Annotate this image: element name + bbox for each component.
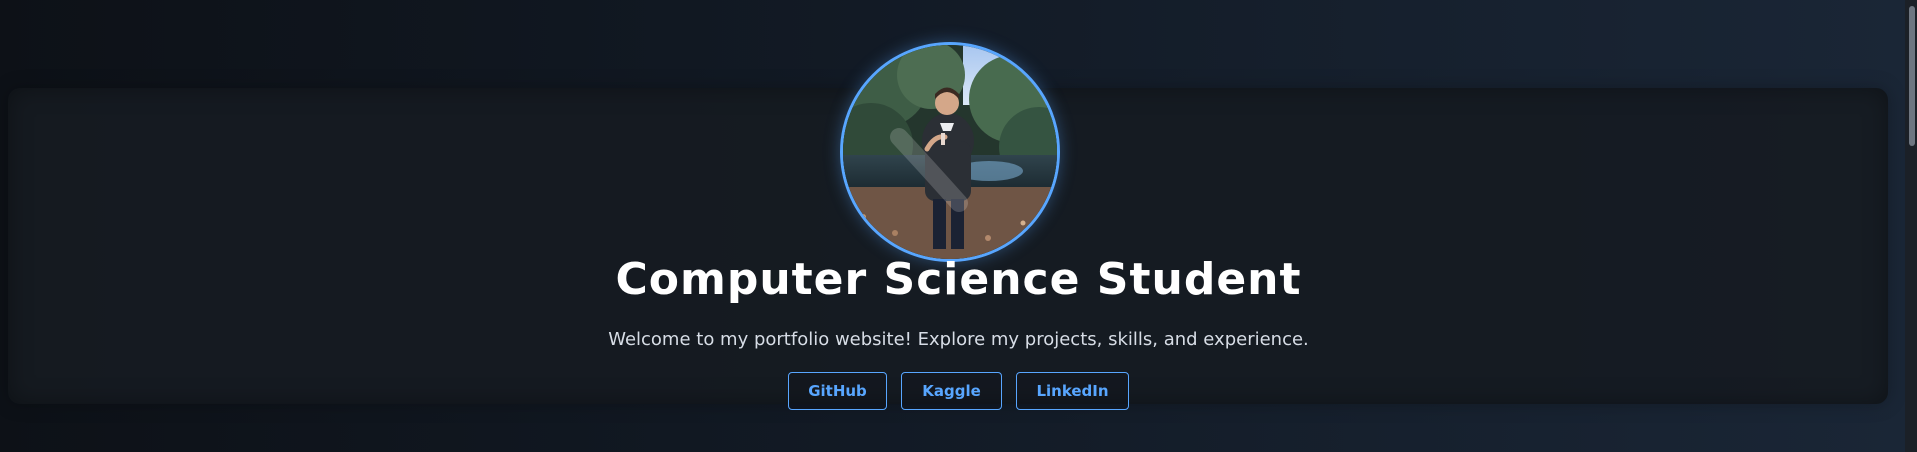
github-button[interactable]: GitHub xyxy=(788,372,887,410)
kaggle-button[interactable]: Kaggle xyxy=(901,372,1002,410)
scroll-thumb[interactable] xyxy=(1909,6,1915,146)
hero-subtitle: Welcome to my portfolio website! Explore… xyxy=(608,329,1309,350)
vertical-scrollbar[interactable] xyxy=(1905,0,1917,452)
social-links: GitHub Kaggle LinkedIn xyxy=(0,372,1917,410)
portfolio-page: Computer Science Student Welcome to my p… xyxy=(0,0,1917,452)
linkedin-button[interactable]: LinkedIn xyxy=(1016,372,1129,410)
profile-avatar xyxy=(840,42,1060,262)
hero-title: Computer Science Student xyxy=(615,254,1302,305)
